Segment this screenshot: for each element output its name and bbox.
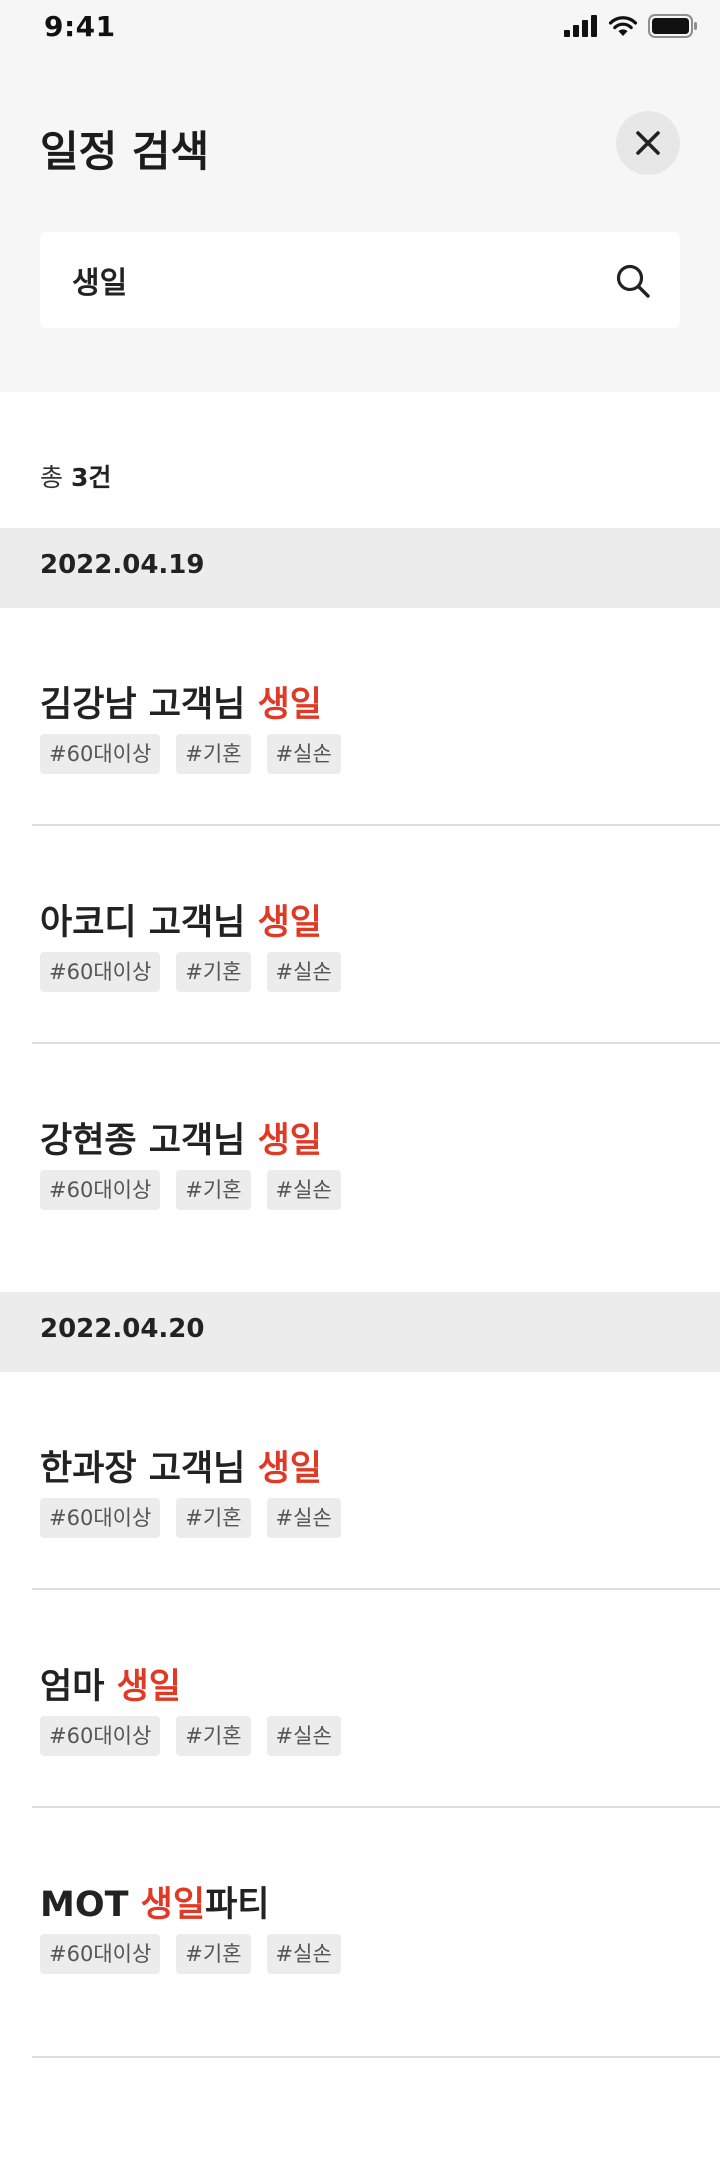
- event-title: 한과장 고객님 생일: [40, 1440, 322, 1491]
- divider: [32, 824, 720, 826]
- tag[interactable]: #실손: [266, 1498, 341, 1538]
- divider: [32, 2056, 720, 2058]
- tag[interactable]: #60대이상: [40, 1934, 161, 1974]
- close-icon: [636, 131, 660, 155]
- search-highlight: 생일: [257, 1121, 322, 1161]
- page-title: 일정 검색: [40, 127, 210, 176]
- event-title: 강현종 고객님 생일: [40, 1112, 322, 1163]
- divider: [32, 1042, 720, 1044]
- event-title-text: 한과장 고객님: [40, 1449, 258, 1489]
- close-button[interactable]: [616, 111, 680, 175]
- tag-list: #60대이상 #기혼 #실손: [40, 734, 341, 774]
- event-title-text: MOT: [40, 1885, 141, 1925]
- tag[interactable]: #기혼: [176, 1498, 251, 1538]
- tag[interactable]: #기혼: [176, 1716, 251, 1756]
- tag-list: #60대이상 #기혼 #실손: [40, 1170, 341, 1210]
- date-label: 2022.04.19: [40, 550, 205, 580]
- tag[interactable]: #60대이상: [40, 1716, 161, 1756]
- event-title-text: 강현종 고객님: [40, 1121, 258, 1161]
- tag-list: #60대이상 #기혼 #실손: [40, 1498, 341, 1538]
- search-box: [40, 232, 680, 328]
- date-header: 2022.04.20: [0, 1292, 720, 1372]
- tag[interactable]: #60대이상: [40, 734, 161, 774]
- event-title-suffix: 파티: [205, 1885, 270, 1925]
- tag[interactable]: #60대이상: [40, 952, 161, 992]
- date-header: 2022.04.19: [0, 528, 720, 608]
- search-highlight: 생일: [257, 1449, 322, 1489]
- search-input[interactable]: [72, 254, 592, 306]
- event-title: MOT 생일파티: [40, 1876, 269, 1927]
- search-highlight: 생일: [140, 1885, 206, 1925]
- tag[interactable]: #60대이상: [40, 1498, 161, 1538]
- tag[interactable]: #실손: [266, 952, 341, 992]
- divider: [32, 1806, 720, 1808]
- tag[interactable]: #기혼: [176, 1934, 251, 1974]
- tag-list: #60대이상 #기혼 #실손: [40, 1934, 341, 1974]
- search-highlight: 생일: [116, 1667, 181, 1707]
- tag[interactable]: #60대이상: [40, 1170, 161, 1210]
- status-bar: 9:41: [0, 0, 720, 56]
- battery-icon: [648, 14, 697, 38]
- divider: [32, 1588, 720, 1590]
- search-header-area: [0, 0, 720, 392]
- tag[interactable]: #실손: [266, 1934, 341, 1974]
- status-icons: [564, 14, 698, 38]
- tag[interactable]: #기혼: [176, 952, 251, 992]
- result-count-prefix: 총: [40, 463, 64, 492]
- tag[interactable]: #실손: [266, 734, 341, 774]
- search-highlight: 생일: [257, 685, 322, 725]
- search-highlight: 생일: [257, 903, 322, 943]
- tag[interactable]: #실손: [266, 1170, 341, 1210]
- event-title: 김강남 고객님 생일: [40, 676, 322, 727]
- event-title-text: 엄마: [40, 1667, 117, 1707]
- signal-icon: [564, 15, 597, 37]
- event-title-text: 김강남 고객님: [40, 685, 258, 725]
- result-count: 총 3건: [40, 458, 111, 494]
- tag[interactable]: #기혼: [176, 734, 251, 774]
- event-title-text: 아코디 고객님: [40, 903, 258, 943]
- status-time: 9:41: [44, 10, 116, 43]
- date-label: 2022.04.20: [40, 1314, 205, 1344]
- tag-list: #60대이상 #기혼 #실손: [40, 1716, 341, 1756]
- event-title: 아코디 고객님 생일: [40, 894, 322, 945]
- tag[interactable]: #기혼: [176, 1170, 251, 1210]
- tag-list: #60대이상 #기혼 #실손: [40, 952, 341, 992]
- result-count-value: 3건: [70, 463, 112, 492]
- wifi-icon: [608, 16, 638, 36]
- search-icon[interactable]: [614, 262, 652, 300]
- event-title: 엄마 생일: [40, 1658, 181, 1709]
- tag[interactable]: #실손: [266, 1716, 341, 1756]
